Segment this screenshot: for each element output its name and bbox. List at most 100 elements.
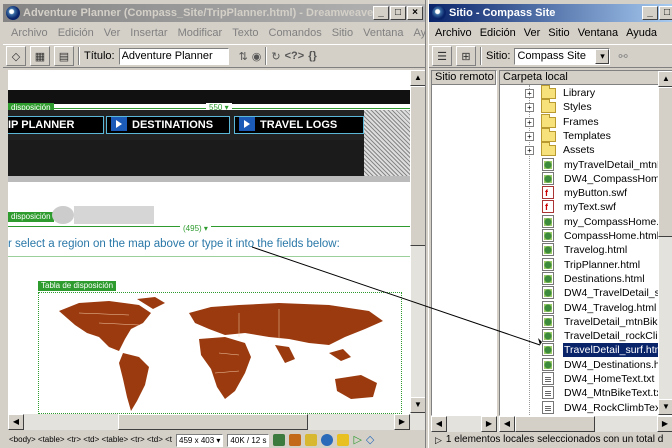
expand-icon[interactable]: +: [525, 146, 534, 156]
site-minimize-button[interactable]: _: [642, 6, 658, 20]
html-styles-icon[interactable]: [305, 434, 318, 446]
expand-icon[interactable]: +: [525, 117, 534, 127]
site-maximize-button[interactable]: □: [659, 6, 672, 20]
remote-scroll-right[interactable]: ▶: [481, 416, 497, 432]
nav-tab-trip-planner[interactable]: IP PLANNER: [8, 116, 104, 134]
file-item[interactable]: myTravelDetail_mtnBik...: [500, 157, 672, 172]
file-item[interactable]: CompassHome.html: [500, 229, 672, 243]
local-scroll-right[interactable]: ▶: [657, 416, 672, 432]
site-menu-archivo[interactable]: Archivo: [435, 24, 472, 42]
nav-tab-travel-logs[interactable]: TRAVEL LOGS: [234, 116, 364, 134]
nav-tab-destinations[interactable]: DESTINATIONS: [106, 116, 230, 134]
dreamweaver-titlebar[interactable]: Adventure Planner (Compass_Site/TripPlan…: [3, 4, 425, 22]
window-size-popup[interactable]: 459 x 403 ▾: [176, 433, 224, 447]
file-management-icon[interactable]: ⇅: [239, 50, 248, 63]
file-item[interactable]: TravelDetail_surf.html: [500, 343, 672, 358]
minimize-button[interactable]: _: [373, 6, 389, 20]
site-horizontal-scrollbars[interactable]: ◀ ▶ ◀ ▶: [431, 416, 672, 432]
menu-insertar[interactable]: Insertar: [130, 24, 167, 42]
local-scroll-down[interactable]: ▼: [658, 399, 672, 415]
local-scroll-left[interactable]: ◀: [499, 416, 515, 432]
file-item[interactable]: DW4_CompassHome2...: [500, 171, 672, 186]
file-item[interactable]: DW4_TravelDetail_sur...: [500, 286, 672, 300]
file-item[interactable]: DW4_Destinations.html: [500, 357, 672, 372]
site-menu-ventana[interactable]: Ventana: [578, 24, 618, 42]
file-item[interactable]: DW4_Travelog.html: [500, 300, 672, 315]
scroll-right-button[interactable]: ▶: [394, 414, 410, 430]
design-view[interactable]: disposición 550 ▾ IP PLANNER DESTINATION…: [8, 70, 410, 414]
local-folder-pane[interactable]: Carpeta local + Library + Styles + Frames + Tem…: [499, 70, 672, 416]
menu-ventana[interactable]: Ventana: [363, 24, 403, 42]
expand-icon[interactable]: +: [525, 103, 534, 113]
scroll-left-button[interactable]: ◀: [8, 414, 24, 430]
expand-icon[interactable]: +: [525, 131, 534, 141]
menu-modificar[interactable]: Modificar: [178, 24, 223, 42]
tag-selector[interactable]: <body> <table> <tr> <td> <table> <tr> <t…: [9, 432, 172, 448]
code-nav-icon[interactable]: <?>: [285, 50, 305, 62]
layout-table-tag[interactable]: Tabla de disposición: [38, 281, 117, 291]
scroll-up-button[interactable]: ▲: [410, 70, 425, 86]
hscroll-thumb[interactable]: [118, 414, 308, 430]
file-item[interactable]: Travelog.html: [500, 243, 672, 257]
close-button[interactable]: ×: [407, 6, 423, 20]
site-map-button[interactable]: ⊞: [456, 46, 476, 66]
design-view-button[interactable]: ▤: [54, 46, 74, 66]
menu-ayuda[interactable]: Ayuda: [413, 24, 425, 42]
site-launcher-icon[interactable]: [273, 434, 286, 446]
file-item[interactable]: myButton.swf: [500, 186, 672, 200]
remote-site-pane[interactable]: Sitio remoto: [431, 70, 497, 416]
refresh-icon[interactable]: ↻: [271, 50, 280, 63]
folder-item[interactable]: + Library: [500, 85, 672, 100]
remote-scroll-left[interactable]: ◀: [431, 416, 447, 432]
scroll-down-button[interactable]: ▼: [410, 397, 425, 413]
menu-texto[interactable]: Texto: [232, 24, 258, 42]
site-menu-ayuda[interactable]: Ayuda: [626, 24, 657, 42]
local-folder-header[interactable]: Carpeta local: [500, 71, 672, 85]
code-view-button[interactable]: ◇: [6, 46, 26, 66]
world-map[interactable]: [38, 292, 402, 414]
local-vscroll-thumb[interactable]: [658, 87, 672, 237]
expand-icon[interactable]: +: [525, 89, 534, 98]
site-files-button[interactable]: ☰: [432, 46, 452, 66]
css-styles-icon[interactable]: [321, 434, 334, 446]
file-item[interactable]: DW4_RockClimbText.t...: [500, 400, 672, 415]
assets-icon[interactable]: [289, 434, 302, 446]
behaviors-icon[interactable]: [337, 434, 350, 446]
split-view-button[interactable]: ▦: [30, 46, 50, 66]
file-item[interactable]: TripPlanner.html: [500, 257, 672, 272]
file-item[interactable]: Destinations.html: [500, 271, 672, 286]
folder-item[interactable]: + Templates: [500, 127, 672, 143]
file-item[interactable]: myText.swf: [500, 200, 672, 214]
file-item[interactable]: TravelDetail_mtnBike...: [500, 314, 672, 329]
site-menu-edicion[interactable]: Edición: [480, 24, 516, 42]
menu-edicion[interactable]: Edición: [58, 24, 94, 42]
menu-ver[interactable]: Ver: [104, 24, 121, 42]
site-select-arrow[interactable]: ▾: [595, 48, 610, 64]
design-vertical-scrollbar[interactable]: ▲ ▼: [410, 70, 425, 414]
maximize-button[interactable]: □: [390, 6, 406, 20]
menu-sitio[interactable]: Sitio: [332, 24, 353, 42]
file-item[interactable]: DW4_HomeText.txt: [500, 372, 672, 386]
local-hscroll-thumb[interactable]: [515, 416, 595, 432]
braces-icon[interactable]: {}: [308, 50, 317, 62]
site-select[interactable]: Compass Site ▾: [514, 47, 611, 65]
html-source-icon[interactable]: ◇: [366, 432, 374, 448]
design-horizontal-scrollbar[interactable]: ◀ ▶: [8, 414, 425, 430]
layout-tag-mid[interactable]: disposición: [8, 212, 54, 222]
timelines-icon[interactable]: ▷: [353, 432, 361, 448]
local-vertical-scrollbar[interactable]: ▲ ▼: [658, 71, 672, 415]
connect-icon[interactable]: ⚯: [618, 50, 627, 63]
folder-item[interactable]: + Styles: [500, 99, 672, 114]
preview-icon[interactable]: ◉: [252, 50, 262, 63]
folder-item[interactable]: + Assets: [500, 142, 672, 157]
local-scroll-up[interactable]: ▲: [658, 71, 672, 87]
file-item[interactable]: my_CompassHome.htm: [500, 214, 672, 229]
width-indicator-mid[interactable]: (495) ▾: [180, 224, 211, 234]
scroll-thumb[interactable]: [410, 86, 425, 246]
site-titlebar[interactable]: Sitio - Compass Site _ □ ×: [429, 4, 672, 22]
file-item[interactable]: TravelDetail_rockClim...: [500, 329, 672, 343]
menu-comandos[interactable]: Comandos: [269, 24, 322, 42]
title-input[interactable]: [118, 47, 229, 65]
menu-archivo[interactable]: Archivo: [11, 24, 48, 42]
site-menu-sitio[interactable]: Sitio: [548, 24, 569, 42]
